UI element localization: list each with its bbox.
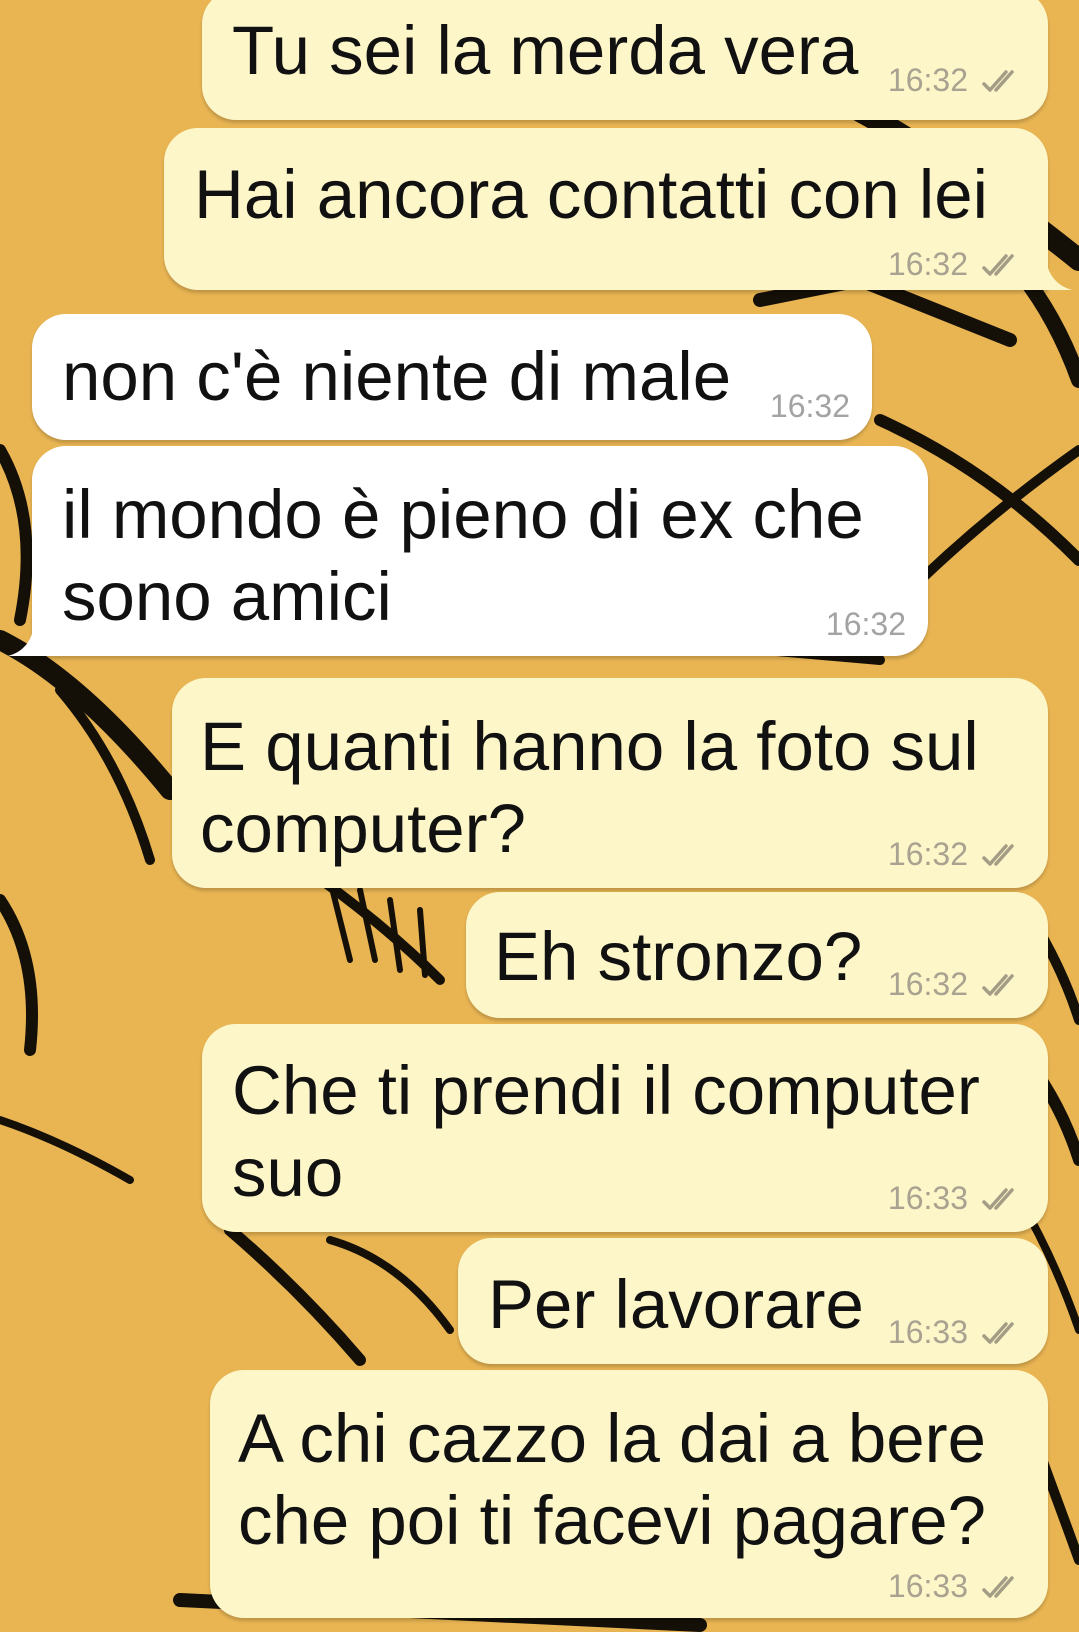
double-check-icon — [982, 973, 1014, 996]
message-bubble-outgoing[interactable]: Eh stronzo? 16:32 — [466, 892, 1048, 1018]
message-text: il mondo è pieno di ex che sono amici — [62, 476, 864, 635]
message-time: 16:32 — [887, 62, 968, 98]
double-check-icon — [982, 1321, 1014, 1344]
message-time: 16:32 — [887, 966, 968, 1002]
message-bubble-incoming[interactable]: il mondo è pieno di ex che sono amici 16… — [32, 446, 928, 656]
message-time: 16:32 — [769, 388, 850, 424]
message-text: A chi cazzo la dai a bere che poi ti fac… — [238, 1400, 986, 1559]
message-bubble-outgoing[interactable]: Hai ancora contatti con lei 16:32 — [164, 128, 1048, 290]
message-meta: 16:33 — [888, 1568, 1026, 1605]
message-time: 16:33 — [887, 1180, 968, 1216]
message-time: 16:32 — [825, 606, 906, 642]
message-bubble-outgoing[interactable]: A chi cazzo la dai a bere che poi ti fac… — [210, 1370, 1048, 1618]
bubble-tail — [8, 626, 34, 656]
message-text: Che ti prendi il computer suo — [232, 1052, 980, 1211]
message-meta: 16:33 — [888, 1314, 1026, 1351]
message-bubble-outgoing[interactable]: Che ti prendi il computer suo 16:33 — [202, 1024, 1048, 1232]
message-meta: 16:32 — [888, 836, 1026, 873]
double-check-icon — [982, 253, 1014, 276]
message-text: non c'è niente di male — [62, 338, 732, 415]
message-meta: 16:32 — [888, 62, 1026, 99]
double-check-icon — [982, 1575, 1014, 1598]
message-bubble-outgoing[interactable]: Tu sei la merda vera 16:32 — [202, 0, 1048, 120]
message-time: 16:32 — [887, 836, 968, 872]
message-meta: 16:32 — [888, 966, 1026, 1003]
bubble-tail — [1046, 260, 1072, 290]
message-meta: 16:32 — [888, 246, 1026, 283]
message-text: Eh stronzo? — [494, 918, 863, 995]
message-meta: 16:32 — [826, 606, 906, 643]
double-check-icon — [982, 69, 1014, 92]
message-meta: 16:33 — [888, 1180, 1026, 1217]
message-text: Tu sei la merda vera — [232, 12, 859, 89]
message-text: Per lavorare — [488, 1266, 864, 1343]
double-check-icon — [982, 843, 1014, 866]
message-bubble-outgoing[interactable]: Per lavorare 16:33 — [458, 1238, 1048, 1364]
message-time: 16:33 — [887, 1568, 968, 1604]
double-check-icon — [982, 1187, 1014, 1210]
message-bubble-incoming[interactable]: non c'è niente di male 16:32 — [32, 314, 872, 440]
message-meta: 16:32 — [770, 388, 850, 425]
message-text: Hai ancora contatti con lei — [194, 156, 988, 233]
message-time: 16:32 — [887, 246, 968, 282]
message-time: 16:33 — [887, 1314, 968, 1350]
message-bubble-outgoing[interactable]: E quanti hanno la foto sul computer? 16:… — [172, 678, 1048, 888]
message-text: E quanti hanno la foto sul computer? — [200, 708, 979, 867]
